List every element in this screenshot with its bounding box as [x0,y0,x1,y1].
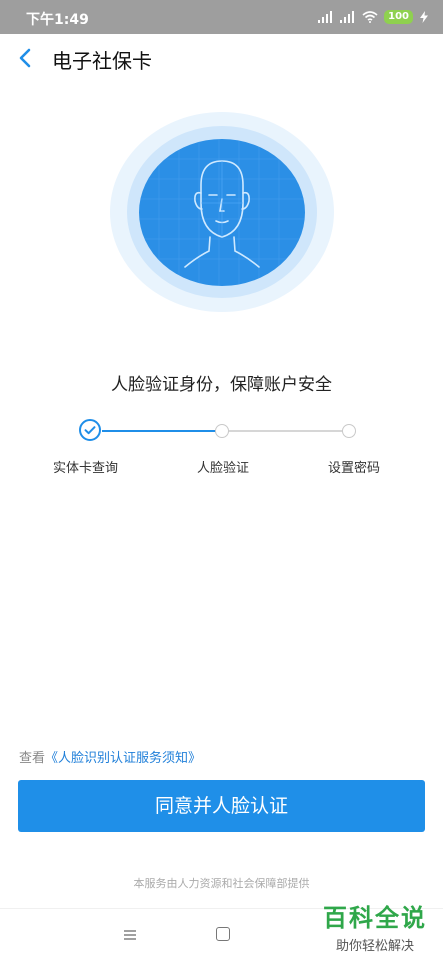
face-circle [139,139,305,286]
step-2-dot [215,424,229,438]
status-bar: 下午1:49 100 [0,0,443,34]
step-line-pending [228,430,344,432]
tagline: 人脸验证身份，保障账户安全 [111,375,332,395]
signal-hd-icon [340,11,355,23]
progress-steps: 实体卡查询 人脸验证 设置密码 [0,416,443,486]
provider-text: 本服务由人力资源和社会保障部提供 [133,877,310,890]
back-button[interactable] [12,44,40,72]
charging-icon [420,11,428,23]
status-time: 下午1:49 [26,12,89,28]
agree-face-auth-button[interactable]: 同意并人脸认证 [18,780,425,832]
terms-prefix: 查看 [19,751,46,766]
page-title: 电子社保卡 [52,49,152,73]
home-square-icon[interactable] [216,927,230,941]
wifi-icon [362,11,378,23]
step-3-dot [342,424,356,438]
step-1-label: 实体卡查询 [53,461,119,476]
step-1-check-icon [79,419,101,441]
nav-bar: 电子社保卡 [0,34,443,82]
face-scan-icon [139,139,305,286]
step-2-label: 人脸验证 [197,461,250,476]
face-illustration [110,112,334,312]
step-line-completed [102,430,216,432]
battery-icon: 100 [384,10,413,24]
chevron-left-icon [19,48,31,68]
terms-notice: 查看《人脸识别认证服务须知》 [19,747,201,766]
system-nav-bar [0,908,443,961]
menu-icon[interactable] [123,927,137,941]
signal-icon [318,11,333,23]
step-3-label: 设置密码 [328,461,381,476]
status-icons: 100 [318,8,429,26]
terms-link[interactable]: 《人脸识别认证服务须知》 [45,751,201,766]
